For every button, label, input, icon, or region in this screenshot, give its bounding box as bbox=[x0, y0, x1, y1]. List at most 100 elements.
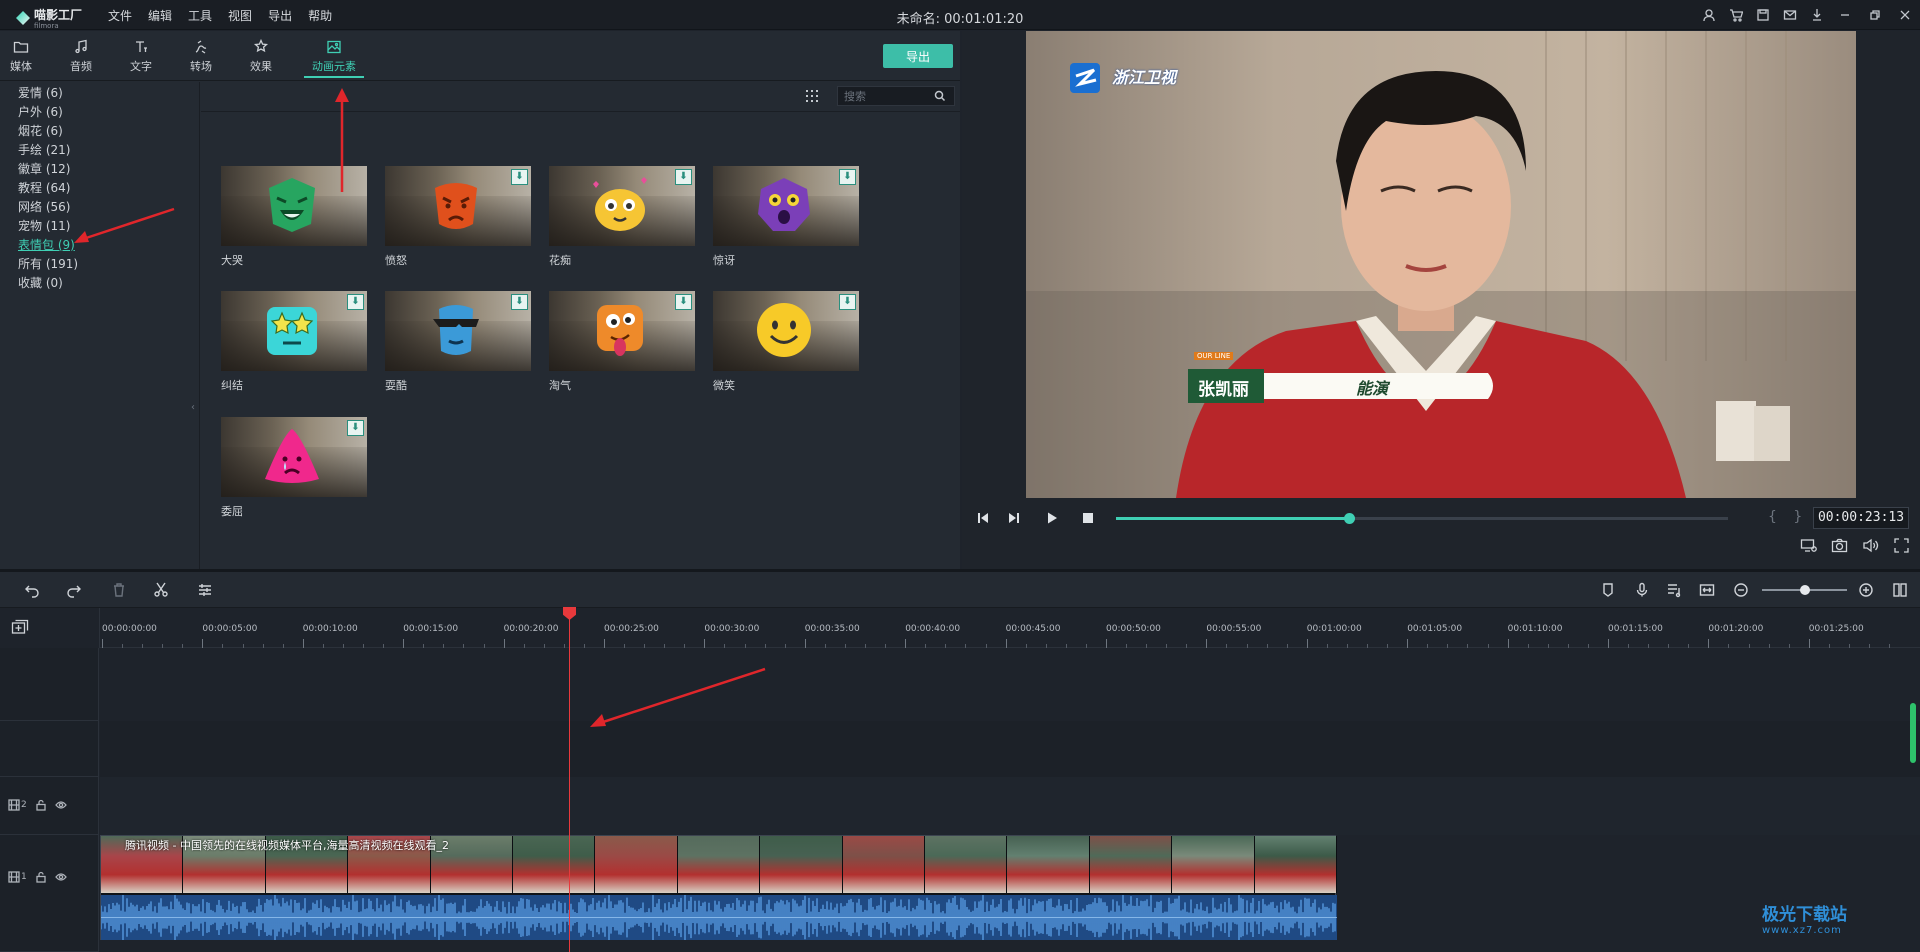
stop-icon[interactable] bbox=[1081, 511, 1095, 525]
eye-icon[interactable] bbox=[54, 799, 67, 811]
search-input[interactable] bbox=[838, 89, 934, 103]
category-love[interactable]: 爱情 (6) bbox=[0, 84, 199, 103]
delete-icon[interactable] bbox=[111, 582, 127, 598]
ruler-tick-label: 00:01:10:00 bbox=[1507, 624, 1563, 634]
menu-export[interactable]: 导出 bbox=[268, 7, 292, 24]
download-badge-icon[interactable]: ⬇ bbox=[839, 169, 856, 185]
eye-icon[interactable] bbox=[54, 871, 67, 883]
cut-icon[interactable] bbox=[153, 582, 169, 598]
seek-bar[interactable] bbox=[1116, 513, 1728, 524]
timeline-ruler[interactable]: 00:00:00:00 00:00:05:00 00:00:10:00 00:00:1… bbox=[100, 608, 1920, 648]
transition-icon bbox=[195, 40, 207, 54]
tab-text[interactable]: 文字 bbox=[117, 39, 165, 74]
download-badge-icon[interactable]: ⬇ bbox=[839, 294, 856, 310]
video-clip[interactable]: 腾讯视频 - 中国领先的在线视频媒体平台,海量高清视频在线观看_2 bbox=[100, 835, 1338, 940]
element-thumbnail[interactable]: ⬇ bbox=[221, 291, 367, 371]
adjust-settings-icon[interactable] bbox=[197, 582, 213, 598]
category-handdrawn[interactable]: 手绘 (21) bbox=[0, 141, 199, 160]
account-icon[interactable] bbox=[1695, 0, 1722, 30]
video-preview[interactable]: 浙江卫视 OUR LINE 张凯丽 能演 bbox=[1026, 31, 1856, 498]
save-icon[interactable] bbox=[1749, 0, 1776, 30]
element-card-surprised[interactable]: ⬇ 惊讶 bbox=[713, 166, 859, 268]
minimize-icon[interactable] bbox=[1830, 0, 1860, 30]
category-badge[interactable]: 徽章 (12) bbox=[0, 160, 199, 179]
app-logo: 喵影工厂 filmora bbox=[16, 6, 82, 30]
previous-frame-icon[interactable] bbox=[976, 511, 990, 525]
tab-effects[interactable]: 效果 bbox=[237, 39, 285, 74]
category-favorites[interactable]: 收藏 (0) bbox=[0, 274, 199, 293]
redo-icon[interactable] bbox=[66, 582, 82, 598]
menu-help[interactable]: 帮助 bbox=[308, 7, 332, 24]
menu-tools[interactable]: 工具 bbox=[188, 7, 212, 24]
export-button[interactable]: 导出 bbox=[883, 44, 953, 68]
play-icon[interactable] bbox=[1045, 511, 1059, 525]
render-preview-icon[interactable] bbox=[1800, 537, 1817, 554]
grid-view-icon[interactable] bbox=[805, 89, 819, 103]
mail-icon[interactable] bbox=[1776, 0, 1803, 30]
element-thumbnail[interactable]: ⬇ bbox=[713, 166, 859, 246]
element-thumbnail[interactable]: ⬇ bbox=[549, 291, 695, 371]
element-thumbnail[interactable]: ⬇ bbox=[221, 417, 367, 497]
category-fireworks[interactable]: 烟花 (6) bbox=[0, 122, 199, 141]
category-tutorial[interactable]: 教程 (64) bbox=[0, 179, 199, 198]
track-2-body[interactable] bbox=[100, 777, 1920, 835]
element-thumbnail[interactable]: ⬇ bbox=[385, 291, 531, 371]
download-badge-icon[interactable]: ⬇ bbox=[347, 420, 364, 436]
download-badge-icon[interactable]: ⬇ bbox=[347, 294, 364, 310]
element-card-tangled[interactable]: ⬇ 纠结 bbox=[221, 291, 367, 393]
element-card-naughty[interactable]: ⬇ 淘气 bbox=[549, 291, 695, 393]
menu-view[interactable]: 视图 bbox=[228, 7, 252, 24]
tab-effects-label: 效果 bbox=[250, 60, 272, 73]
mark-in-out-icon[interactable]: { } bbox=[1768, 509, 1808, 525]
download-icon[interactable] bbox=[1803, 0, 1830, 30]
close-icon[interactable] bbox=[1890, 0, 1920, 30]
vertical-scrollbar[interactable] bbox=[1910, 703, 1916, 763]
element-thumbnail[interactable]: ⬇ bbox=[549, 166, 695, 246]
download-badge-icon[interactable]: ⬇ bbox=[675, 294, 692, 310]
voiceover-list-icon[interactable] bbox=[1666, 582, 1682, 598]
element-card-smile[interactable]: ⬇ 微笑 bbox=[713, 291, 859, 393]
tab-animation-elements[interactable]: 动画元素 bbox=[304, 39, 364, 78]
fullscreen-icon[interactable] bbox=[1893, 537, 1910, 554]
tab-media[interactable]: 媒体 bbox=[0, 39, 45, 74]
download-badge-icon[interactable]: ⬇ bbox=[511, 294, 528, 310]
element-card-angry[interactable]: ⬇ 愤怒 bbox=[385, 166, 531, 268]
download-badge-icon[interactable]: ⬇ bbox=[675, 169, 692, 185]
seek-handle[interactable] bbox=[1343, 513, 1355, 524]
element-card-love-struck[interactable]: ⬇ 花痴 bbox=[549, 166, 695, 268]
restore-icon[interactable] bbox=[1860, 0, 1890, 30]
zoom-slider[interactable] bbox=[1762, 585, 1847, 595]
search-icon[interactable] bbox=[934, 90, 946, 102]
playhead-line[interactable] bbox=[569, 608, 570, 952]
category-all[interactable]: 所有 (191) bbox=[0, 255, 199, 274]
add-track-icon[interactable] bbox=[11, 619, 29, 637]
timeline-toolbar bbox=[0, 572, 1920, 608]
element-thumbnail[interactable]: ⬇ bbox=[385, 166, 531, 246]
element-card-cool[interactable]: ⬇ 耍酷 bbox=[385, 291, 531, 393]
panel-layout-icon[interactable] bbox=[1892, 582, 1908, 598]
category-outdoor[interactable]: 户外 (6) bbox=[0, 103, 199, 122]
menu-file[interactable]: 文件 bbox=[108, 7, 132, 24]
tab-transition[interactable]: 转场 bbox=[177, 39, 225, 74]
undo-icon[interactable] bbox=[24, 582, 40, 598]
zoom-in-icon[interactable] bbox=[1858, 582, 1874, 598]
lock-icon[interactable] bbox=[35, 871, 47, 883]
zoom-out-icon[interactable] bbox=[1733, 582, 1749, 598]
element-thumbnail[interactable]: ⬇ bbox=[713, 291, 859, 371]
tab-audio[interactable]: 音频 bbox=[57, 39, 105, 74]
download-badge-icon[interactable]: ⬇ bbox=[511, 169, 528, 185]
cart-icon[interactable] bbox=[1722, 0, 1749, 30]
collapse-panel-icon[interactable]: ‹ bbox=[191, 402, 195, 413]
microphone-icon[interactable] bbox=[1634, 582, 1650, 598]
track-body[interactable] bbox=[100, 648, 1920, 721]
volume-icon[interactable] bbox=[1862, 537, 1879, 554]
snapshot-camera-icon[interactable] bbox=[1831, 537, 1848, 554]
fit-timeline-icon[interactable] bbox=[1699, 582, 1715, 598]
element-card-aggrieved[interactable]: ⬇ 委屈 bbox=[221, 417, 367, 519]
zoom-slider-handle[interactable] bbox=[1799, 585, 1810, 595]
lock-icon[interactable] bbox=[35, 799, 47, 811]
next-frame-icon[interactable] bbox=[1007, 511, 1021, 525]
marker-icon[interactable] bbox=[1600, 582, 1616, 598]
menu-edit[interactable]: 编辑 bbox=[148, 7, 172, 24]
track-body[interactable] bbox=[100, 721, 1920, 777]
